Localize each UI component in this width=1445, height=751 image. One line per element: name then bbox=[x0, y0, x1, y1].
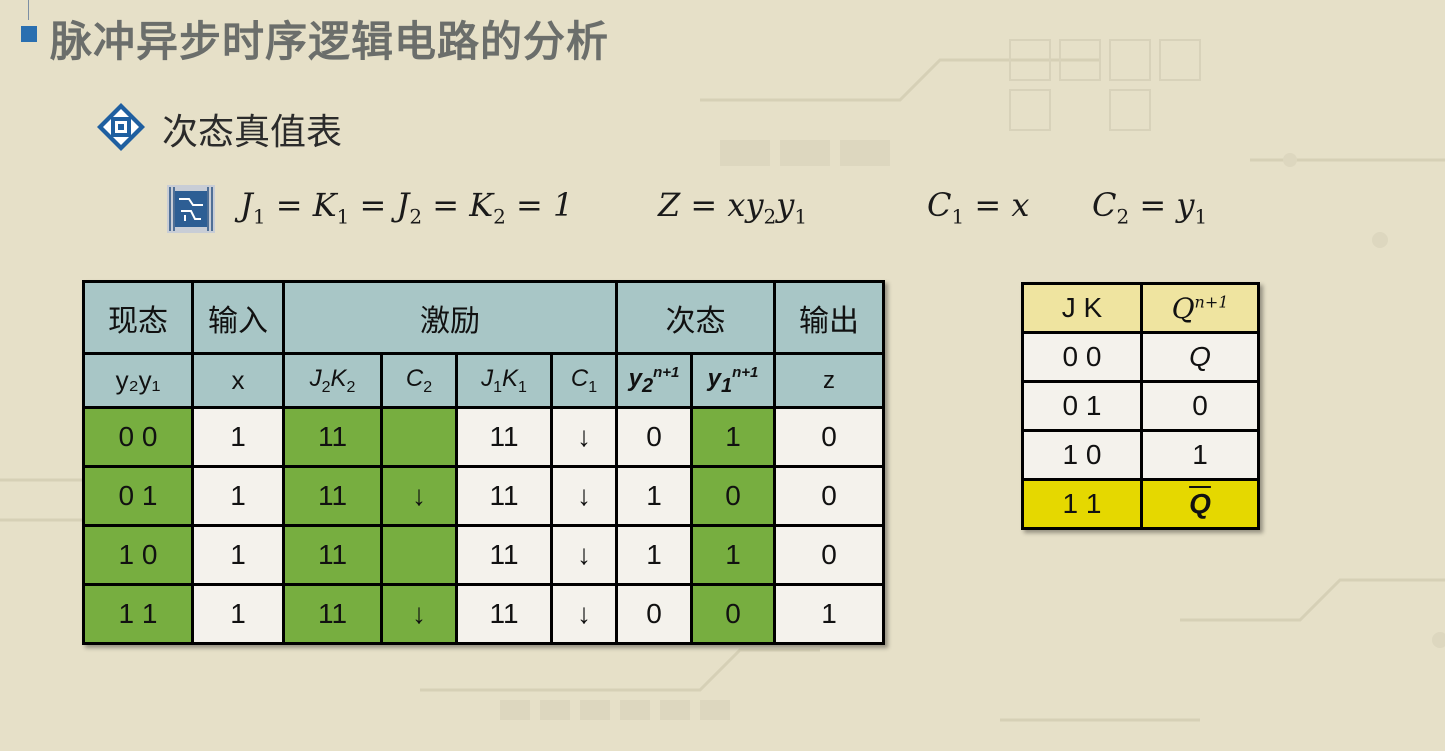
cell-state: 1 0 bbox=[82, 524, 194, 586]
cell-z: 0 bbox=[773, 524, 885, 586]
jk-cell-output: 0 bbox=[1140, 380, 1260, 432]
circuit-chip-icon bbox=[167, 185, 215, 233]
cell-x: 1 bbox=[191, 583, 285, 645]
column-header-row: y₂y₁ x J2K2 C2 J1K1 C1 y2n+1 y1n+1 z bbox=[82, 352, 885, 409]
col-c2: C2 bbox=[380, 352, 458, 409]
formula-z: Z = xy2y1 bbox=[658, 186, 808, 229]
col-y1-next: y1n+1 bbox=[690, 352, 776, 409]
cell-y2-next: 0 bbox=[615, 406, 693, 468]
header-excitation: 激励 bbox=[282, 280, 618, 355]
jk-header-row: J K Qn+1 bbox=[1021, 282, 1260, 334]
cell-x: 1 bbox=[191, 406, 285, 468]
cell-c2: ↓ bbox=[380, 583, 458, 645]
cell-c1: ↓ bbox=[550, 465, 618, 527]
cell-j1k1: 11 bbox=[455, 406, 553, 468]
jk-cell-output: Q bbox=[1140, 331, 1260, 383]
cell-c2: ↓ bbox=[380, 465, 458, 527]
formula-jk: J1 = K1 = J2 = K2 = 1 bbox=[240, 186, 574, 229]
title-accent-line bbox=[28, 0, 29, 20]
header-current-state: 现态 bbox=[82, 280, 194, 355]
cell-c2 bbox=[380, 524, 458, 586]
jk-cell-input: 0 1 bbox=[1021, 380, 1143, 432]
header-output: 输出 bbox=[773, 280, 885, 355]
cell-y1-next: 1 bbox=[690, 524, 776, 586]
cell-y2-next: 0 bbox=[615, 583, 693, 645]
jk-row: 1 0 1 bbox=[1021, 429, 1260, 481]
cell-y1-next: 0 bbox=[690, 465, 776, 527]
cell-c1: ↓ bbox=[550, 406, 618, 468]
col-z: z bbox=[773, 352, 885, 409]
cell-j2k2: 11 bbox=[282, 524, 383, 586]
cell-c2 bbox=[380, 406, 458, 468]
jk-header-q: Qn+1 bbox=[1140, 282, 1260, 334]
cell-x: 1 bbox=[191, 524, 285, 586]
col-y2-next: y2n+1 bbox=[615, 352, 693, 409]
jk-row-highlight: 1 1 Q bbox=[1021, 478, 1260, 530]
formula-c1: C1 = x bbox=[927, 186, 1030, 229]
cell-state: 0 1 bbox=[82, 465, 194, 527]
jk-row: 0 1 0 bbox=[1021, 380, 1260, 432]
cell-j1k1: 11 bbox=[455, 524, 553, 586]
table-row: 1 1 1 11 ↓ 11 ↓ 0 0 1 bbox=[82, 583, 885, 645]
cell-state: 1 1 bbox=[82, 583, 194, 645]
jk-cell-output-qbar: Q bbox=[1140, 478, 1260, 530]
cell-state: 0 0 bbox=[82, 406, 194, 468]
title-square-icon bbox=[21, 26, 37, 42]
cell-j1k1: 11 bbox=[455, 465, 553, 527]
jk-characteristic-table: J K Qn+1 0 0 Q 0 1 0 1 0 1 1 1 Q bbox=[1021, 282, 1260, 530]
cell-z: 1 bbox=[773, 583, 885, 645]
cell-j2k2: 11 bbox=[282, 406, 383, 468]
page-title: 脉冲异步时序逻辑电路的分析 bbox=[50, 17, 610, 66]
cell-y2-next: 1 bbox=[615, 524, 693, 586]
table-row: 0 1 1 11 ↓ 11 ↓ 1 0 0 bbox=[82, 465, 885, 527]
table-row: 1 0 1 11 11 ↓ 1 1 0 bbox=[82, 524, 885, 586]
cell-j2k2: 11 bbox=[282, 583, 383, 645]
col-c1: C1 bbox=[550, 352, 618, 409]
cell-z: 0 bbox=[773, 406, 885, 468]
jk-cell-output: 1 bbox=[1140, 429, 1260, 481]
jk-header-jk: J K bbox=[1021, 282, 1143, 334]
header-input: 输入 bbox=[191, 280, 285, 355]
col-state: y₂y₁ bbox=[82, 352, 194, 409]
jk-cell-input: 0 0 bbox=[1021, 331, 1143, 383]
table-row: 0 0 1 11 11 ↓ 0 1 0 bbox=[82, 406, 885, 468]
cell-x: 1 bbox=[191, 465, 285, 527]
formula-c2: C2 = y1 bbox=[1092, 186, 1208, 229]
cell-z: 0 bbox=[773, 465, 885, 527]
cell-j2k2: 11 bbox=[282, 465, 383, 527]
cell-y2-next: 1 bbox=[615, 465, 693, 527]
cell-c1: ↓ bbox=[550, 583, 618, 645]
next-state-truth-table: 现态 输入 激励 次态 输出 y₂y₁ x J2K2 C2 J1K1 C1 y2… bbox=[82, 280, 885, 645]
col-j1k1: J1K1 bbox=[455, 352, 553, 409]
jk-cell-input: 1 1 bbox=[1021, 478, 1143, 530]
section-subtitle: 次态真值表 bbox=[162, 112, 343, 153]
cell-c1: ↓ bbox=[550, 524, 618, 586]
group-header-row: 现态 输入 激励 次态 输出 bbox=[82, 280, 885, 355]
cell-y1-next: 1 bbox=[690, 406, 776, 468]
chip-diamond-icon bbox=[97, 103, 145, 151]
header-next-state: 次态 bbox=[615, 280, 776, 355]
cell-y1-next: 0 bbox=[690, 583, 776, 645]
jk-row: 0 0 Q bbox=[1021, 331, 1260, 383]
cell-j1k1: 11 bbox=[455, 583, 553, 645]
col-x: x bbox=[191, 352, 285, 409]
col-j2k2: J2K2 bbox=[282, 352, 383, 409]
jk-cell-input: 1 0 bbox=[1021, 429, 1143, 481]
